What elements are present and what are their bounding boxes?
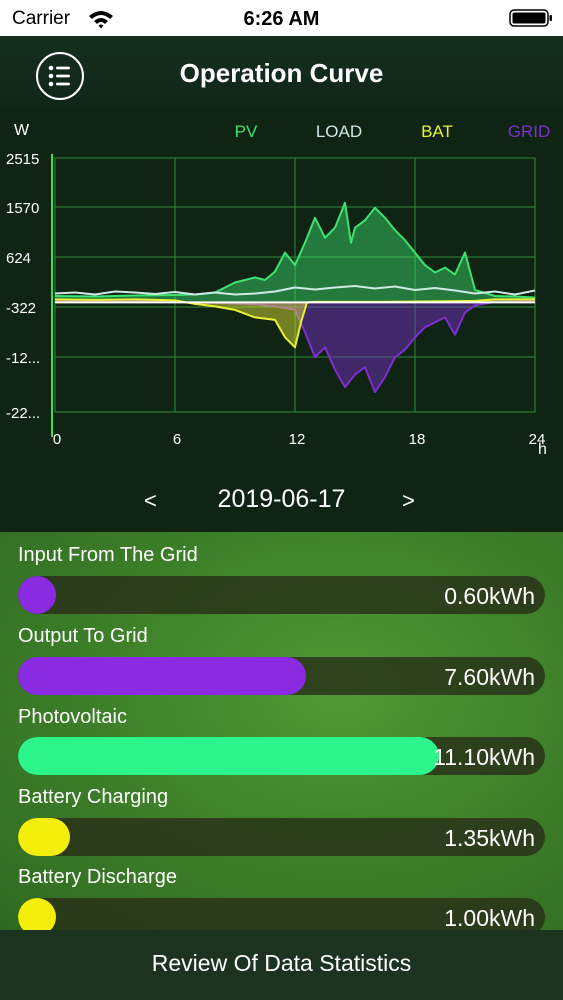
- stat-bar-fill: [18, 576, 56, 614]
- x-tick-label: 6: [173, 431, 181, 448]
- stat-bar: 1.35kWh: [18, 818, 545, 856]
- stat-bar: 0.60kWh: [18, 576, 545, 614]
- y-tick-label: 2515: [6, 151, 39, 168]
- stat-value: 1.35kWh: [444, 825, 535, 851]
- stat-bar: 11.10kWh: [18, 737, 545, 775]
- stat-value: 0.60kWh: [444, 583, 535, 609]
- stat-bar-fill: [18, 737, 439, 775]
- stat-label: Photovoltaic: [18, 706, 127, 728]
- review-statistics-label: Review Of Data Statistics: [151, 950, 412, 976]
- y-tick-label: -22...: [6, 405, 40, 422]
- stat-bar-fill: [18, 818, 70, 856]
- review-statistics-button[interactable]: Review Of Data Statistics: [0, 930, 563, 1000]
- next-date-button[interactable]: >: [402, 488, 415, 514]
- stat-label: Output To Grid: [18, 625, 148, 647]
- page-title: Operation Curve: [179, 58, 384, 88]
- stat-value: 11.10kWh: [433, 744, 535, 770]
- stat-value: 1.00kWh: [444, 905, 535, 931]
- legend-bat: BAT: [421, 122, 453, 141]
- x-tick-label: 12: [289, 431, 306, 448]
- clock: 6:26 AM: [243, 8, 320, 30]
- legend-load: LOAD: [316, 122, 362, 141]
- operation-chart: 2515 1570 624 -322 -12... -22... 0 6 12 18 24 Wh PV L…: [0, 110, 563, 532]
- y-tick-label: -322: [6, 300, 36, 317]
- app-header: Operation Curve: [0, 36, 563, 110]
- y-tick-label: -12...: [6, 350, 40, 367]
- stat-label: Input From The Grid: [18, 544, 198, 566]
- stat-label: Battery Charging: [18, 786, 169, 808]
- x-tick-label: 0: [53, 431, 61, 448]
- stat-label: Battery Discharge: [18, 866, 177, 888]
- legend-grid: GRID: [508, 122, 551, 141]
- date-navigator: < 2019-06-17 >: [0, 476, 563, 526]
- battery-icon: [509, 9, 553, 27]
- legend-pv: PV: [235, 122, 258, 141]
- x-tick-label: 18: [409, 431, 426, 448]
- y-tick-label: 1570: [6, 200, 39, 217]
- energy-stats-panel: Input From The Grid 0.60kWh Output To Gr…: [0, 532, 563, 936]
- y-tick-label: 624: [6, 250, 31, 267]
- y-axis-unit: W: [14, 122, 30, 139]
- status-bar: Carrier 6:26 AM: [0, 0, 563, 36]
- current-date[interactable]: 2019-06-17: [0, 485, 563, 514]
- x-axis-unit: h: [538, 441, 547, 458]
- stat-bar-fill: [18, 657, 307, 695]
- chart-svg: 25151570624-322-12...-22...0 6 12 18 24WhPV L…: [6, 122, 551, 458]
- stat-value: 7.60kWh: [444, 664, 535, 690]
- stat-bar: 7.60kWh: [18, 657, 545, 695]
